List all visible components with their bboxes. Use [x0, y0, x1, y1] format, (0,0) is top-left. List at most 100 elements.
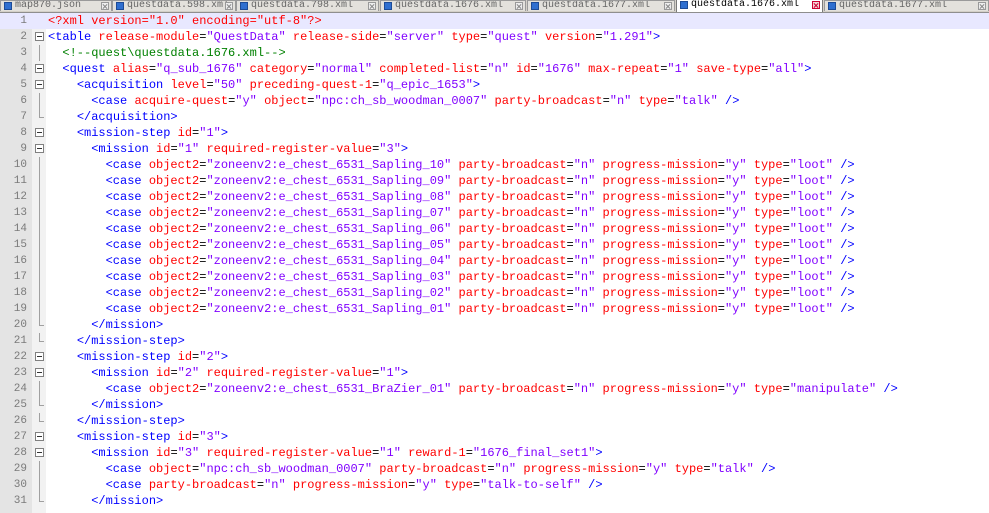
- code-line[interactable]: 21 </mission-step>: [0, 333, 989, 349]
- fold-minus-icon[interactable]: [35, 128, 44, 137]
- code-line[interactable]: 17 <case object2 = "zoneenv2:e_chest_6531_…: [0, 269, 989, 285]
- code-line[interactable]: 19 <case object2 = "zoneenv2:e_chest_6531_…: [0, 301, 989, 317]
- fold-minus-icon[interactable]: [35, 432, 44, 441]
- token-attr: party-broadcast: [458, 190, 567, 204]
- token-tag: <case: [105, 158, 149, 172]
- token-eq: =: [717, 270, 725, 284]
- token-tag: />: [840, 158, 855, 172]
- token-val: "q_epic_1653": [379, 78, 473, 92]
- token-eq: =: [307, 94, 315, 108]
- code-line[interactable]: 24 <case object2 = "zoneenv2:e_chest_6531_…: [0, 381, 989, 397]
- token-attr: object: [264, 94, 308, 108]
- token-val: "zoneenv2:e_chest_6531_Sapling_01": [206, 302, 452, 316]
- token-attr: preceding-quest-1: [249, 78, 373, 92]
- code-line[interactable]: 14 <case object2 = "zoneenv2:e_chest_6531_…: [0, 221, 989, 237]
- code-line[interactable]: 11 <case object2 = "zoneenv2:e_chest_6531_…: [0, 173, 989, 189]
- code-line[interactable]: 12 <case object2 = "zoneenv2:e_chest_6531_…: [0, 189, 989, 205]
- token-attr: object2: [148, 382, 200, 396]
- token-eq: =: [717, 382, 725, 396]
- token-val: "n": [573, 382, 596, 396]
- token-t: [747, 238, 754, 252]
- code-line[interactable]: 8 <mission-step id="1">: [0, 125, 989, 141]
- token-t: [451, 286, 458, 300]
- code-line[interactable]: 28 <mission id="3" required-register-val…: [0, 445, 989, 461]
- code-text: <case object2 = "zoneenv2:e_chest_6531_Sap…: [48, 253, 855, 269]
- code-line[interactable]: 20 </mission>: [0, 317, 989, 333]
- code-text: <case object2 = "zoneenv2:e_chest_6531_Sap…: [48, 285, 855, 301]
- code-line[interactable]: 16 <case object2 = "zoneenv2:e_chest_6531_…: [0, 253, 989, 269]
- token-val: "n": [609, 94, 632, 108]
- code-line[interactable]: 15 <case object2 = "zoneenv2:e_chest_6531_…: [0, 237, 989, 253]
- token-t: [595, 222, 602, 236]
- fold-guide-line: [39, 381, 40, 397]
- code-line[interactable]: 4 <quest alias="q_sub_1676" category="no…: [0, 61, 989, 77]
- code-line[interactable]: 1 <?xml version="1.0" encoding="utf-8"?>: [0, 13, 989, 29]
- code-line[interactable]: 6 <case acquire-quest="y" object="npc:ch…: [0, 93, 989, 109]
- file-tab[interactable]: questdata.1676.xml: [380, 0, 526, 11]
- code-text: <table release-module = "QuestData" releas…: [48, 29, 660, 45]
- code-line[interactable]: 22 <mission-step id="2">: [0, 349, 989, 365]
- code-line[interactable]: 3 <!--quest\questdata.1676.xml-->: [0, 45, 989, 61]
- token-attr: max-repeat: [588, 62, 661, 76]
- file-tab[interactable]: questdata.1677.xml: [527, 0, 675, 11]
- close-tab-icon[interactable]: [368, 2, 376, 10]
- token-attr: party-broadcast: [458, 158, 567, 172]
- token-attr: type: [451, 30, 481, 44]
- token-tag: <case: [105, 382, 149, 396]
- code-line[interactable]: 27 <mission-step id="3">: [0, 429, 989, 445]
- fold-minus-icon[interactable]: [35, 80, 44, 89]
- close-tab-icon[interactable]: [664, 2, 672, 10]
- token-t: [451, 382, 458, 396]
- line-number: 6: [20, 95, 27, 107]
- line-number: 5: [20, 79, 27, 91]
- close-tab-icon[interactable]: [812, 1, 820, 9]
- code-line[interactable]: 23 <mission id="2" required-register-val…: [0, 365, 989, 381]
- line-number: 22: [13, 351, 27, 363]
- token-attr: progress-mission: [602, 174, 718, 188]
- tab-active-file[interactable]: questdata.1676.xml: [676, 0, 823, 12]
- file-tab[interactable]: questdata.798.xml: [236, 0, 379, 11]
- close-tab-icon[interactable]: [101, 2, 109, 10]
- line-number: 28: [13, 447, 27, 459]
- fold-guide-line: [39, 221, 40, 237]
- token-val: "1": [199, 126, 221, 140]
- fold-minus-icon[interactable]: [35, 32, 44, 41]
- code-text: <case party-broadcast="n" progress-missi…: [48, 477, 603, 493]
- code-line[interactable]: 10 <case object2 = "zoneenv2:e_chest_6531_…: [0, 157, 989, 173]
- token-eq: =: [566, 222, 574, 236]
- fold-minus-icon[interactable]: [35, 144, 44, 153]
- file-tab[interactable]: questdata.598.xml: [112, 0, 236, 11]
- token-attr: object: [148, 462, 193, 476]
- file-tab[interactable]: map870.json: [0, 0, 112, 11]
- token-attr: category: [249, 62, 308, 76]
- close-tab-icon[interactable]: [225, 2, 233, 10]
- code-editor[interactable]: 1 <?xml version="1.0" encoding="utf-8"?> 2…: [0, 13, 989, 513]
- token-tag: <mission: [91, 446, 157, 460]
- token-tag: <case: [105, 286, 149, 300]
- code-line[interactable]: 18 <case object2 = "zoneenv2:e_chest_6531_…: [0, 285, 989, 301]
- code-line[interactable]: 5 <acquisition level="50" preceding-ques…: [0, 77, 989, 93]
- code-text: <quest alias="q_sub_1676" category="norm…: [48, 61, 811, 77]
- token-attr: id: [156, 366, 171, 380]
- code-line[interactable]: 26 </mission-step>: [0, 413, 989, 429]
- token-val: "normal": [314, 62, 373, 76]
- close-tab-icon[interactable]: [515, 2, 523, 10]
- code-line[interactable]: 9 <mission id="1" required-register-valu…: [0, 141, 989, 157]
- fold-minus-icon[interactable]: [35, 368, 44, 377]
- token-eq: =: [566, 382, 574, 396]
- code-line[interactable]: 29 <case object = "npc:ch_sb_woodman_0007"…: [0, 461, 989, 477]
- code-line[interactable]: 30 <case party-broadcast="n" progress-mi…: [0, 477, 989, 493]
- code-line[interactable]: 31 </mission>: [0, 493, 989, 509]
- fold-minus-icon[interactable]: [35, 352, 44, 361]
- file-icon: [531, 2, 539, 10]
- code-line[interactable]: 25 </mission>: [0, 397, 989, 413]
- token-t: [451, 158, 458, 172]
- code-line[interactable]: 13 <case object2 = "zoneenv2:e_chest_6531_…: [0, 205, 989, 221]
- file-tab[interactable]: questdata.1677.xml: [824, 0, 989, 11]
- close-tab-icon[interactable]: [978, 2, 986, 10]
- code-line[interactable]: 2 <table release-module = "QuestData" relea…: [0, 29, 989, 45]
- fold-minus-icon[interactable]: [35, 64, 44, 73]
- token-tag: <case: [105, 222, 149, 236]
- code-line[interactable]: 7 </acquisition>: [0, 109, 989, 125]
- fold-minus-icon[interactable]: [35, 448, 44, 457]
